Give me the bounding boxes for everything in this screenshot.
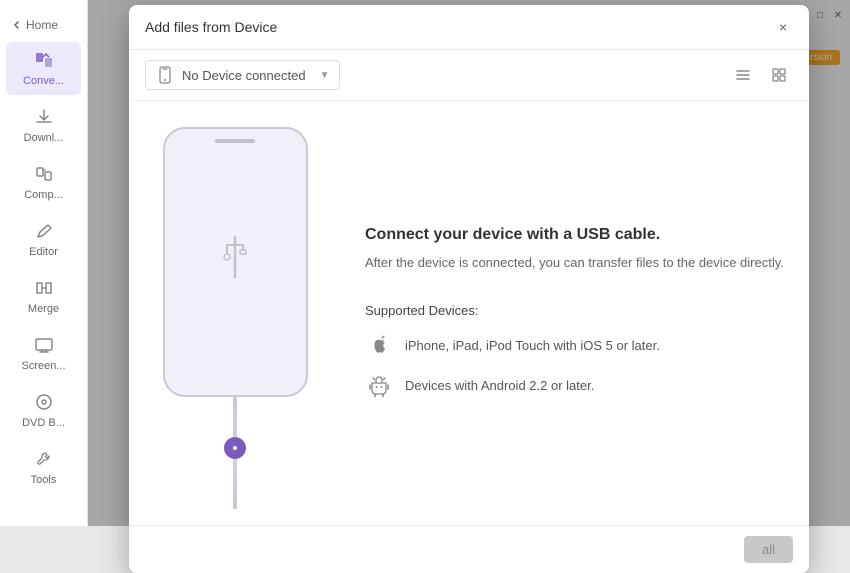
dialog-overlay: Add files from Device × No Device connec… <box>88 0 850 526</box>
dialog-title: Add files from Device <box>145 19 277 35</box>
grid-view-button[interactable] <box>765 61 793 89</box>
phone-illustration <box>145 117 325 509</box>
add-files-dialog: Add files from Device × No Device connec… <box>129 5 809 573</box>
merge-icon <box>33 278 55 300</box>
apple-device-label: iPhone, iPad, iPod Touch with iOS 5 or l… <box>405 338 660 353</box>
sidebar-item-compress-label: Comp... <box>24 189 63 201</box>
sidebar-item-tools-label: Tools <box>31 474 57 486</box>
dropdown-arrow-icon: ▼ <box>320 70 330 81</box>
sidebar-item-merge-label: Merge <box>28 303 59 315</box>
connect-info: Connect your device with a USB cable. Af… <box>345 117 793 509</box>
sidebar-item-convert-label: Conve... <box>23 75 64 87</box>
phone-frame <box>163 127 308 397</box>
main-content: — □ ✕ version Add files from Device × <box>88 0 850 526</box>
add-all-button[interactable]: all <box>744 536 793 563</box>
phone-icon <box>156 66 174 84</box>
android-device-icon <box>365 372 393 400</box>
dialog-close-button[interactable]: × <box>773 17 793 37</box>
dialog-header: Add files from Device × <box>129 5 809 50</box>
compress-icon <box>33 164 55 186</box>
phone-cable-bottom <box>233 459 237 509</box>
sidebar-item-download-label: Downl... <box>24 132 64 144</box>
android-device-label: Devices with Android 2.2 or later. <box>405 378 594 393</box>
connect-subtitle: After the device is connected, you can t… <box>365 254 793 272</box>
sidebar-back-label: Home <box>26 18 58 32</box>
sidebar-back-button[interactable]: Home <box>0 10 87 40</box>
connect-title: Connect your device with a USB cable. <box>365 226 793 244</box>
sidebar-item-tools[interactable]: Tools <box>6 441 81 494</box>
sidebar-item-screen[interactable]: Screen... <box>6 327 81 380</box>
device-dropdown[interactable]: No Device connected ▼ <box>145 60 340 90</box>
sidebar-item-editor[interactable]: Editor <box>6 213 81 266</box>
dvd-icon <box>33 392 55 414</box>
usb-icon <box>210 227 260 297</box>
sidebar-item-download[interactable]: Downl... <box>6 99 81 152</box>
sidebar-item-dvd-label: DVD B... <box>22 417 65 429</box>
sidebar-item-screen-label: Screen... <box>21 360 65 372</box>
list-view-button[interactable] <box>729 61 757 89</box>
phone-cable-top <box>233 397 237 437</box>
supported-label: Supported Devices: <box>365 303 793 318</box>
tools-icon <box>33 449 55 471</box>
sidebar-item-compress[interactable]: Comp... <box>6 156 81 209</box>
sidebar-item-editor-label: Editor <box>29 246 58 258</box>
device-placeholder: No Device connected <box>182 68 306 83</box>
sidebar: Home Conve... Downl... <box>0 0 88 526</box>
screen-icon <box>33 335 55 357</box>
apple-device-icon <box>365 332 393 360</box>
phone-connector <box>224 437 246 459</box>
sidebar-item-merge[interactable]: Merge <box>6 270 81 323</box>
dialog-body: Connect your device with a USB cable. Af… <box>129 101 809 525</box>
phone-notch <box>215 139 255 143</box>
convert-icon <box>33 50 55 72</box>
sidebar-item-dvd[interactable]: DVD B... <box>6 384 81 437</box>
dialog-footer: all <box>129 525 809 573</box>
download-icon <box>33 107 55 129</box>
apple-device-item: iPhone, iPad, iPod Touch with iOS 5 or l… <box>365 332 793 360</box>
dialog-toolbar: No Device connected ▼ <box>129 50 809 101</box>
editor-icon <box>33 221 55 243</box>
sidebar-item-convert[interactable]: Conve... <box>6 42 81 95</box>
android-device-item: Devices with Android 2.2 or later. <box>365 372 793 400</box>
supported-devices-list: iPhone, iPad, iPod Touch with iOS 5 or l… <box>365 332 793 400</box>
view-controls <box>729 61 793 89</box>
app-container: Home Conve... Downl... <box>0 0 850 526</box>
